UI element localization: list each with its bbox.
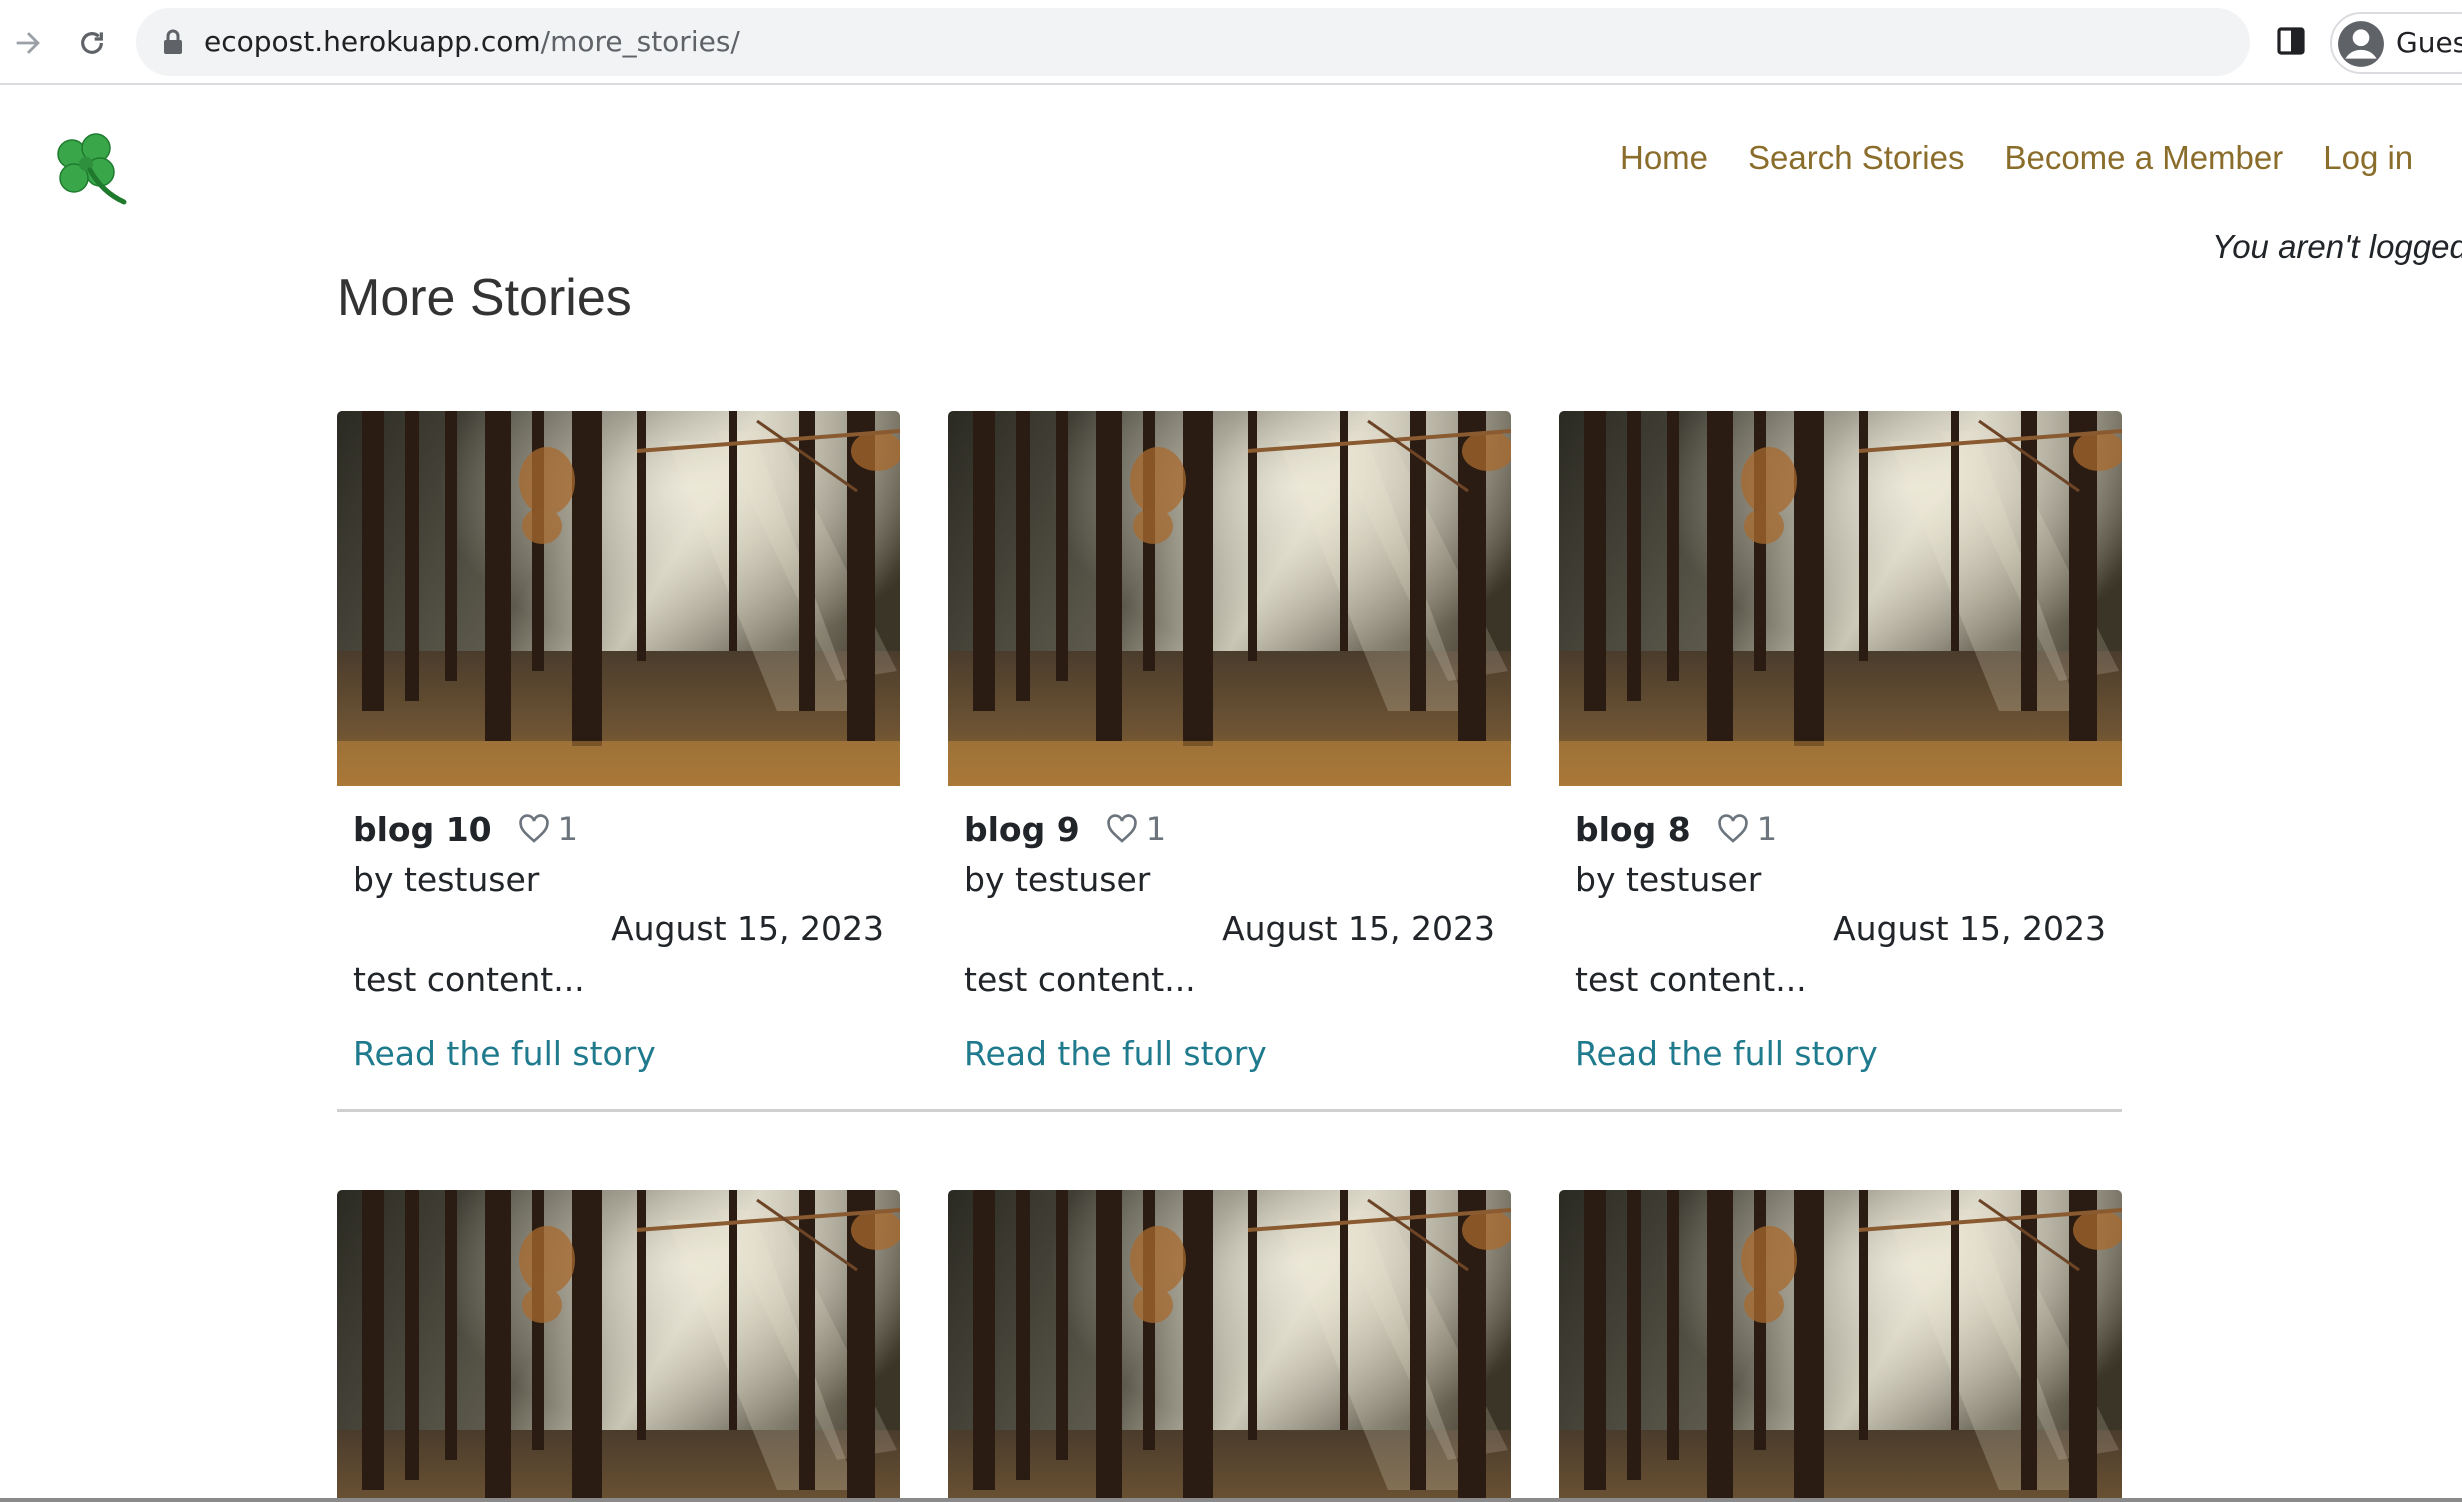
story-card-body: blog 10 1 by testuser August 15, 2023 te…	[337, 806, 900, 1077]
story-image[interactable]	[1559, 411, 2122, 786]
back-button[interactable]	[3, 18, 53, 68]
story-card	[337, 1190, 900, 1500]
story-card	[1559, 1190, 2122, 1500]
login-status: You aren't logged in	[2212, 228, 2462, 265]
address-bar[interactable]: ecopost.herokuapp.com/more_stories/	[136, 8, 2250, 76]
heart-icon[interactable]	[1717, 814, 1749, 844]
story-card-body: blog 8 1 by testuser August 15, 2023 tes…	[1559, 806, 2122, 1077]
story-card	[948, 1190, 1511, 1500]
story-title: blog 9	[964, 809, 1080, 849]
story-image[interactable]	[948, 1190, 1511, 1500]
url-text: ecopost.herokuapp.com/more_stories/	[204, 8, 740, 76]
story-date: August 15, 2023	[1222, 909, 1495, 948]
side-panel-icon[interactable]	[2275, 25, 2307, 61]
reload-button[interactable]	[67, 18, 117, 68]
story-author: by testuser	[964, 860, 1151, 899]
reload-icon	[81, 32, 103, 54]
nav-log-in[interactable]: Log in	[2323, 132, 2413, 184]
likes: 1	[1106, 810, 1166, 848]
stories-row	[337, 1190, 2122, 1500]
stories-grid: blog 10 1 by testuser August 15, 2023 te…	[337, 411, 2122, 1500]
read-full-story-link[interactable]: Read the full story	[353, 1031, 656, 1077]
likes: 1	[1717, 810, 1777, 848]
window-bottom-edge	[0, 1498, 2462, 1502]
nav-search-stories[interactable]: Search Stories	[1748, 132, 1964, 184]
heart-icon[interactable]	[1106, 814, 1138, 844]
site-nav: Home Search Stories Become a Member Log …	[1620, 132, 2413, 184]
profile-label: Guest	[2396, 26, 2462, 59]
read-full-story-link[interactable]: Read the full story	[1575, 1031, 1878, 1077]
nav-home[interactable]: Home	[1620, 132, 1708, 184]
like-count: 1	[1756, 810, 1778, 848]
like-count: 1	[557, 810, 578, 848]
story-date: August 15, 2023	[1833, 909, 2106, 948]
story-image[interactable]	[337, 1190, 900, 1500]
arrow-right-icon	[16, 32, 40, 54]
story-card: blog 9 1 by testuser August 15, 2023 tes…	[948, 411, 1511, 1077]
read-full-story-link[interactable]: Read the full story	[964, 1031, 1267, 1077]
nav-become-member[interactable]: Become a Member	[2004, 132, 2283, 184]
page-title: More Stories	[337, 269, 632, 327]
story-title: blog 10	[353, 809, 492, 849]
story-image[interactable]	[337, 411, 900, 786]
profile-button[interactable]: Guest	[2330, 12, 2462, 74]
story-date: August 15, 2023	[611, 909, 884, 948]
story-card: blog 10 1 by testuser August 15, 2023 te…	[337, 411, 900, 1077]
clover-icon	[57, 133, 127, 205]
story-image[interactable]	[948, 411, 1511, 786]
row-divider	[337, 1109, 2122, 1112]
story-card-body: blog 9 1 by testuser August 15, 2023 tes…	[948, 806, 1511, 1077]
story-excerpt: test content...	[964, 960, 1196, 999]
url-host: ecopost.herokuapp.com	[204, 25, 541, 58]
stories-row: blog 10 1 by testuser August 15, 2023 te…	[337, 411, 2122, 1077]
story-excerpt: test content...	[1575, 960, 1807, 999]
lock-icon	[162, 28, 184, 60]
story-title: blog 8	[1575, 809, 1691, 849]
story-card: blog 8 1 by testuser August 15, 2023 tes…	[1559, 411, 2122, 1077]
heart-icon[interactable]	[518, 814, 550, 844]
likes: 1	[518, 810, 578, 848]
avatar-icon	[2336, 19, 2386, 73]
story-author: by testuser	[353, 860, 540, 899]
browser-toolbar: ecopost.herokuapp.com/more_stories/ Gues…	[0, 0, 2462, 85]
url-path: /more_stories/	[540, 25, 740, 58]
story-author: by testuser	[1575, 860, 1762, 899]
clover-logo[interactable]	[50, 130, 130, 214]
like-count: 1	[1145, 810, 1167, 848]
story-image[interactable]	[1559, 1190, 2122, 1500]
story-excerpt: test content...	[353, 960, 585, 999]
